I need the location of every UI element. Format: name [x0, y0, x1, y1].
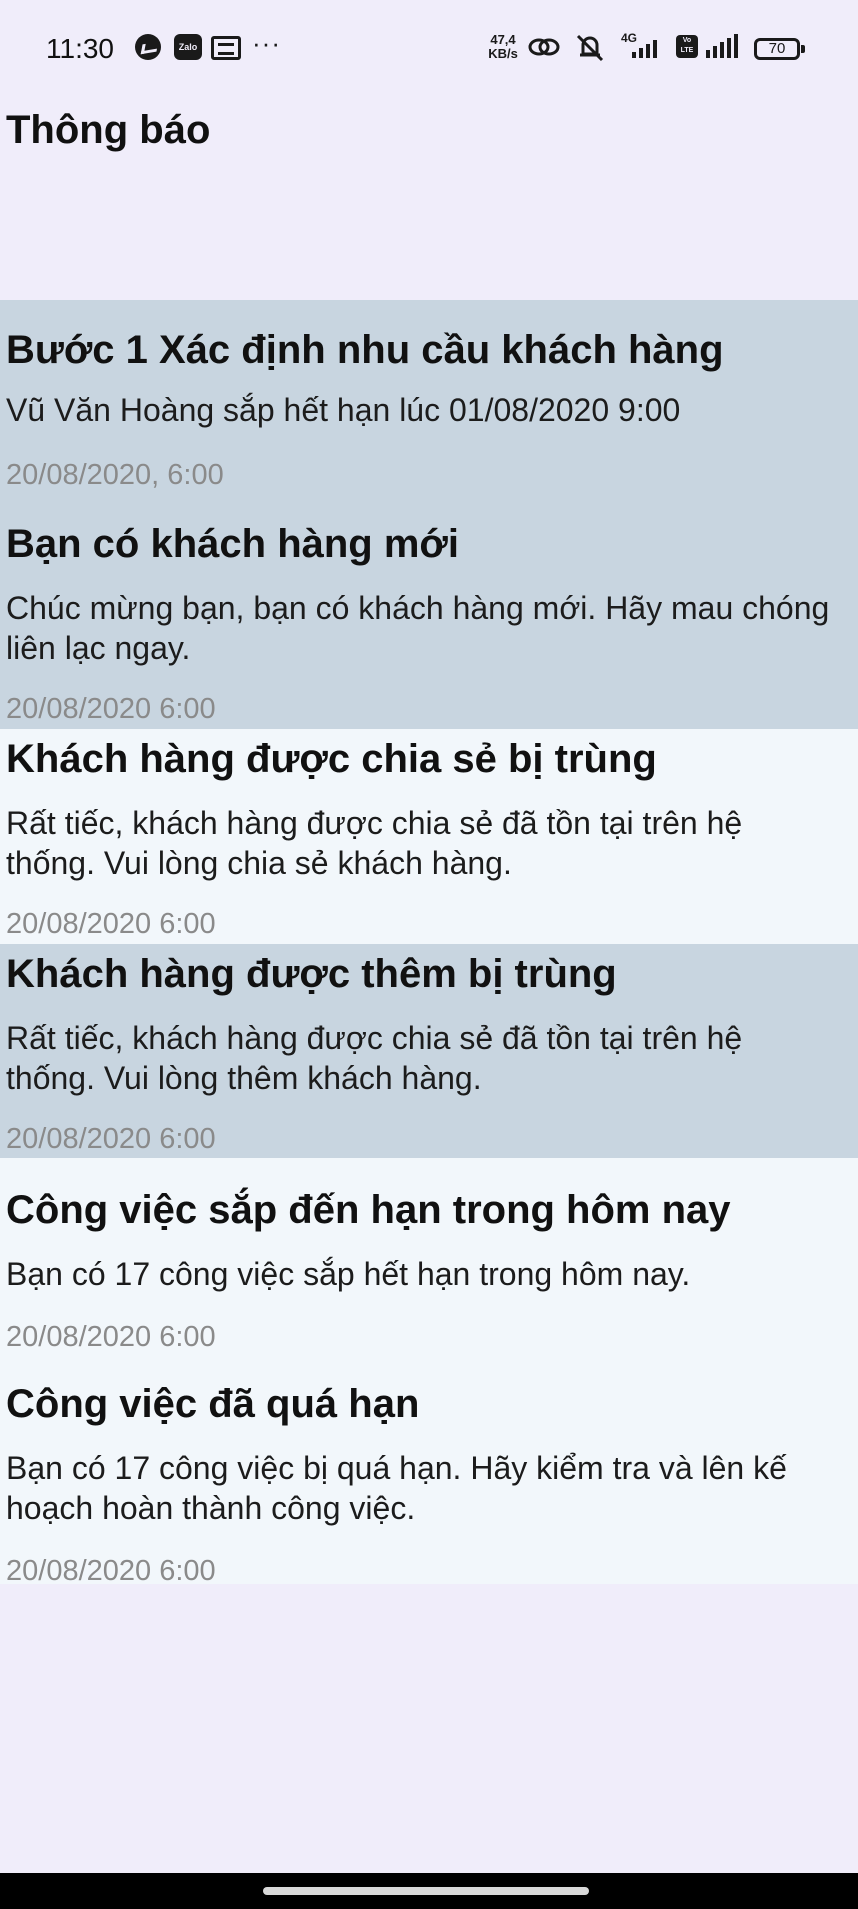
- network-speed-value: 47,4: [490, 32, 516, 47]
- notification-item[interactable]: Khách hàng được thêm bị trùng Rất tiếc, …: [0, 944, 858, 1158]
- notification-list: Bước 1 Xác định nhu cầu khách hàng Vũ Vă…: [0, 300, 858, 1584]
- notification-time: 20/08/2020, 6:00: [6, 459, 224, 491]
- notification-time: 20/08/2020 6:00: [6, 1321, 216, 1352]
- notification-time: 20/08/2020 6:00: [6, 693, 216, 725]
- notification-time: 20/08/2020 6:00: [6, 1555, 216, 1584]
- page-title: Thông báo: [6, 108, 211, 152]
- notification-title: Khách hàng được chia sẻ bị trùng: [6, 737, 657, 781]
- notification-body: Bạn có 17 công việc bị quá hạn. Hãy kiểm…: [6, 1450, 787, 1526]
- status-bar: 11:30 Zalo ··· 47,4 KB/s 4G Vo LTE 70: [0, 0, 858, 100]
- notification-item[interactable]: Công việc đã quá hạn Bạn có 17 công việc…: [0, 1352, 858, 1584]
- notification-item[interactable]: Khách hàng được chia sẻ bị trùng Rất tiế…: [0, 729, 858, 944]
- network-speed-unit: KB/s: [488, 46, 518, 61]
- notification-title: Khách hàng được thêm bị trùng: [6, 952, 617, 996]
- battery-icon: 70: [754, 38, 805, 60]
- signal-icon: [632, 34, 657, 58]
- zalo-icon: Zalo: [174, 34, 202, 60]
- notification-body: Vũ Văn Hoàng sắp hết hạn lúc 01/08/2020 …: [6, 392, 681, 428]
- signal-icon: [706, 34, 738, 58]
- notification-body: Rất tiếc, khách hàng được chia sẻ đã tồn…: [6, 805, 743, 881]
- notification-title: Bạn có khách hàng mới: [6, 522, 459, 566]
- network-speed: 47,4 KB/s: [486, 33, 520, 61]
- notification-title: Công việc sắp đến hạn trong hôm nay: [6, 1188, 731, 1232]
- notification-time: 20/08/2020 6:00: [6, 908, 216, 940]
- notification-title: Bước 1 Xác định nhu cầu khách hàng: [6, 328, 724, 372]
- notification-item[interactable]: Bước 1 Xác định nhu cầu khách hàng Vũ Vă…: [0, 300, 858, 512]
- notification-body: Chúc mừng bạn, bạn có khách hàng mới. Hã…: [6, 590, 830, 666]
- messenger-icon: [135, 34, 161, 60]
- notification-body: Rất tiếc, khách hàng được chia sẻ đã tồn…: [6, 1020, 743, 1096]
- more-icon: ···: [252, 28, 281, 58]
- notification-time: 20/08/2020 6:00: [6, 1123, 216, 1155]
- system-nav-bar: [0, 1873, 858, 1909]
- home-indicator[interactable]: [263, 1887, 589, 1895]
- contacts-icon: [211, 36, 241, 60]
- mute-icon: [576, 34, 604, 62]
- notification-item[interactable]: Bạn có khách hàng mới Chúc mừng bạn, bạn…: [0, 512, 858, 729]
- link-icon: [528, 38, 560, 56]
- volte-icon: Vo LTE: [676, 35, 698, 58]
- status-time: 11:30: [46, 33, 114, 64]
- notification-item[interactable]: Công việc sắp đến hạn trong hôm nay Bạn …: [0, 1158, 858, 1352]
- notification-body: Bạn có 17 công việc sắp hết hạn trong hô…: [6, 1256, 691, 1292]
- notification-title: Công việc đã quá hạn: [6, 1382, 420, 1426]
